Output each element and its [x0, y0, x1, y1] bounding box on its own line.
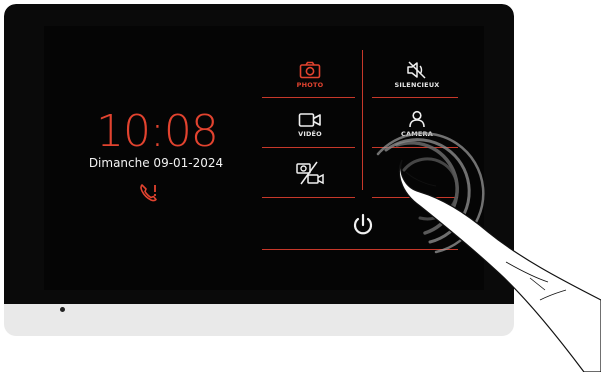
silent-label: SILENCIEUX [394, 81, 440, 89]
missed-call-icon[interactable] [138, 182, 160, 204]
photo-button[interactable]: PHOTO [280, 56, 340, 94]
menu-divider [372, 147, 458, 148]
menu-divider [262, 197, 355, 198]
video-camera-icon [298, 113, 321, 127]
camera-label: CAMERA [401, 130, 433, 138]
clock-time: 10:08 [96, 106, 219, 157]
monitor-bezel [4, 4, 514, 304]
menu-divider [372, 197, 458, 198]
menu-divider [262, 249, 458, 250]
clock-date: Dimanche 09-01-2024 [88, 156, 224, 170]
intercom-monitor [4, 4, 514, 336]
camera-icon [299, 61, 321, 79]
menu-divider-vertical [362, 50, 363, 190]
microphone-dot [60, 307, 65, 312]
muted-speaker-icon [407, 61, 426, 79]
camera-button[interactable]: CAMERA [382, 104, 452, 144]
silent-button[interactable]: SILENCIEUX [382, 56, 452, 94]
menu-divider [262, 97, 355, 98]
menu-divider [372, 97, 458, 98]
power-icon[interactable] [350, 212, 376, 238]
photo-label: PHOTO [296, 81, 324, 89]
photo-video-icon [296, 161, 324, 185]
video-label: VIDÉO [298, 130, 322, 138]
person-icon [409, 110, 425, 128]
menu-divider [262, 147, 355, 148]
video-button[interactable]: VIDÉO [280, 106, 340, 144]
photo-video-button[interactable] [280, 154, 340, 192]
